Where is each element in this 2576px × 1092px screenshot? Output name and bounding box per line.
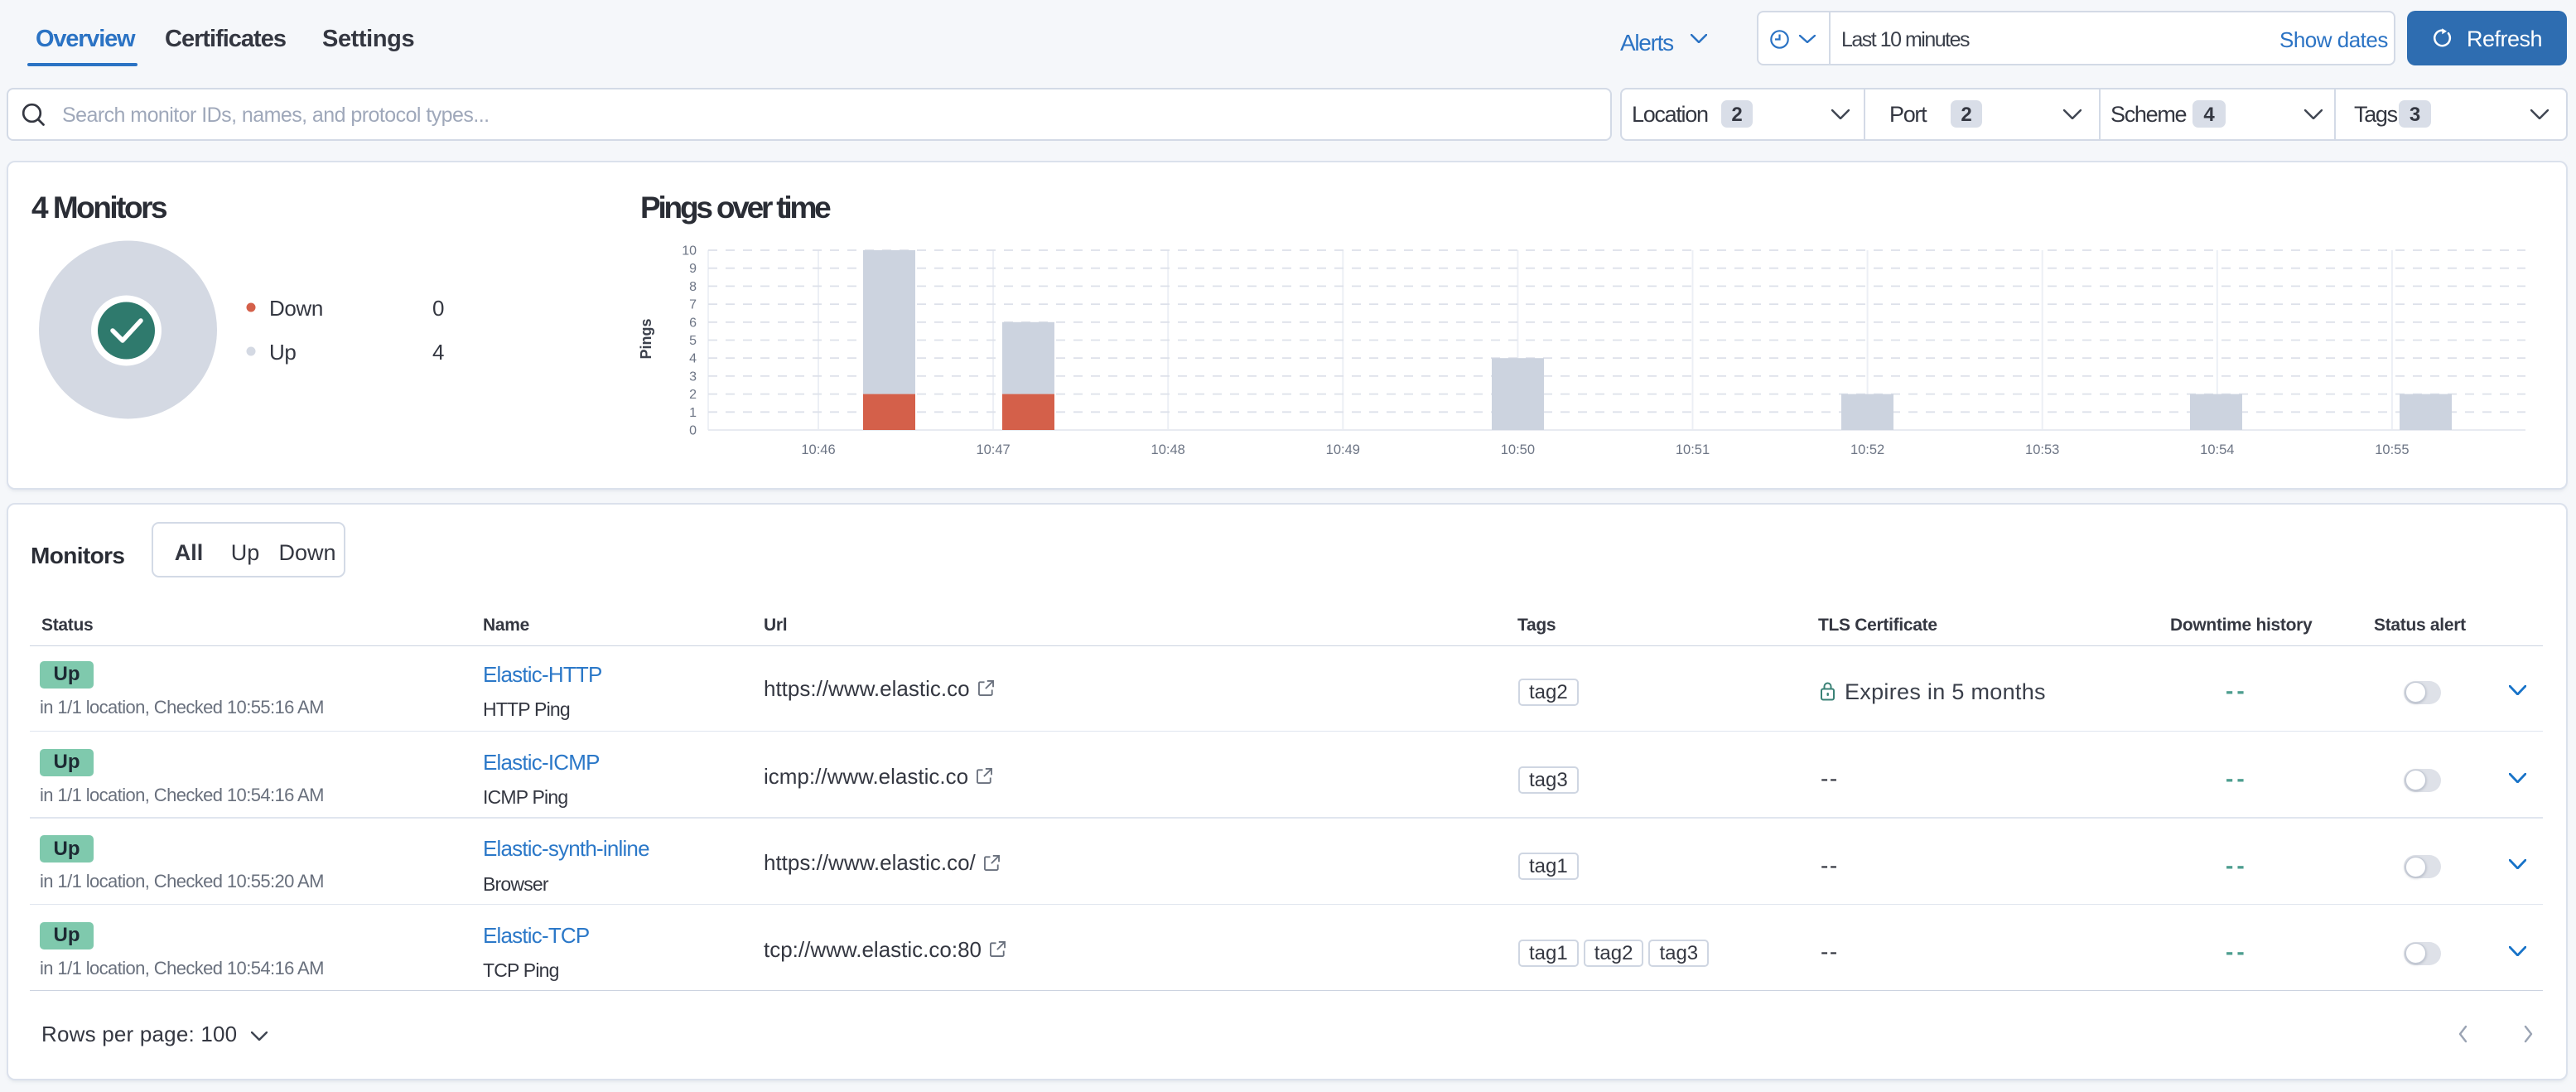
svg-text:10:49: 10:49: [1326, 442, 1360, 457]
svg-text:10:50: 10:50: [1501, 442, 1535, 457]
svg-text:2: 2: [689, 388, 697, 402]
svg-text:7: 7: [689, 298, 697, 312]
svg-text:10:55: 10:55: [2375, 442, 2409, 457]
svg-text:Pings: Pings: [638, 318, 654, 359]
svg-text:3: 3: [689, 370, 697, 384]
svg-text:10:52: 10:52: [1850, 442, 1884, 457]
svg-text:5: 5: [689, 334, 697, 348]
svg-text:10:47: 10:47: [976, 442, 1010, 457]
svg-text:10: 10: [682, 244, 697, 259]
svg-text:9: 9: [689, 262, 697, 276]
svg-text:10:48: 10:48: [1151, 442, 1185, 457]
svg-text:1: 1: [689, 406, 697, 420]
svg-text:10:53: 10:53: [2025, 442, 2059, 457]
svg-text:10:54: 10:54: [2200, 442, 2234, 457]
svg-text:10:51: 10:51: [1676, 442, 1710, 457]
svg-text:4: 4: [689, 352, 697, 366]
svg-text:10:46: 10:46: [801, 442, 835, 457]
svg-text:8: 8: [689, 280, 697, 294]
svg-text:0: 0: [689, 424, 697, 438]
svg-text:6: 6: [689, 316, 697, 330]
